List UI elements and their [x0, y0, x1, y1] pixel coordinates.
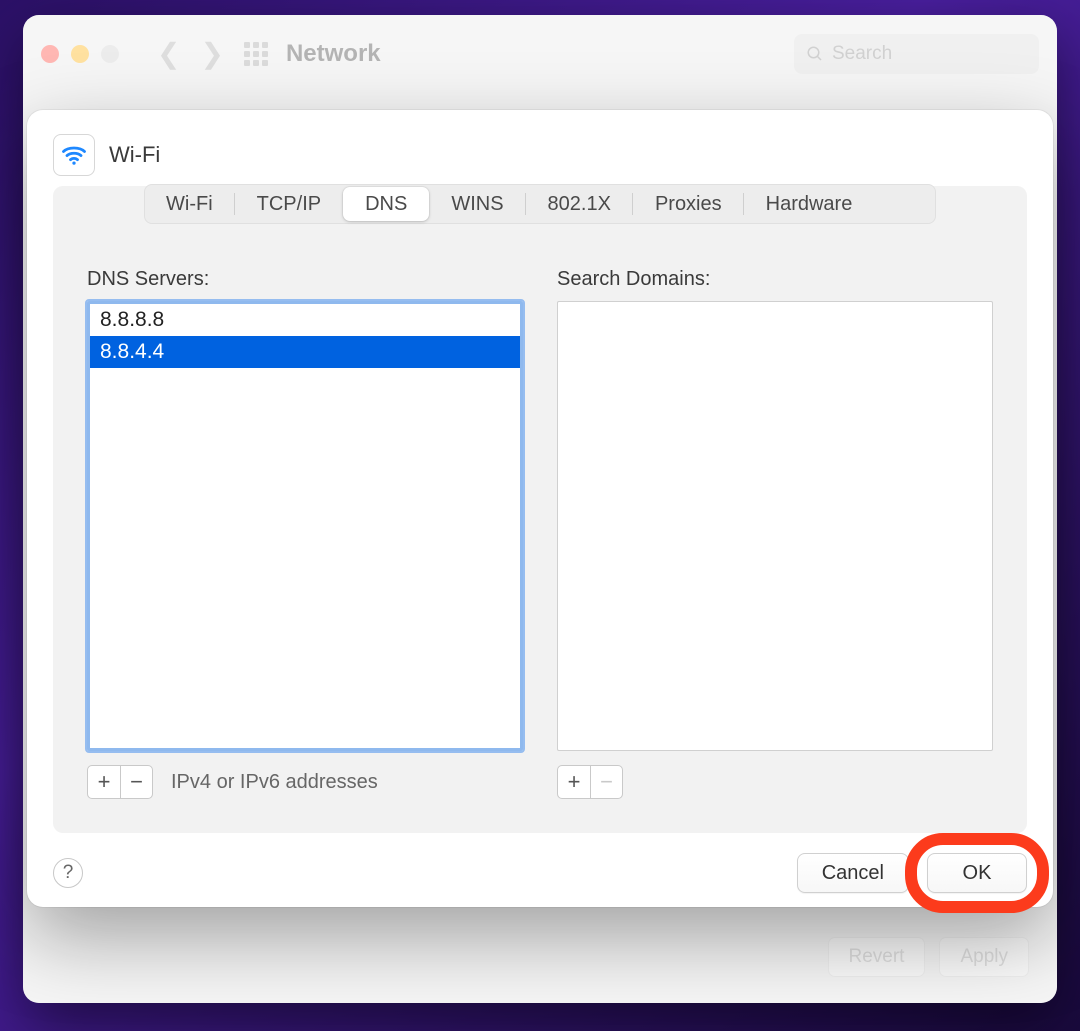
- cancel-button[interactable]: Cancel: [797, 853, 909, 893]
- search-field[interactable]: Search: [794, 34, 1039, 74]
- apply-button[interactable]: Apply: [939, 937, 1029, 977]
- tab-hardware[interactable]: Hardware: [744, 184, 875, 224]
- window-title: Network: [286, 40, 381, 68]
- search-domains-add-remove: + −: [557, 765, 623, 799]
- window-controls: [41, 45, 119, 63]
- remove-search-domain-button[interactable]: −: [590, 766, 622, 798]
- sheet-header: Wi-Fi: [53, 134, 1027, 176]
- sheet-panel: Wi-FiTCP/IPDNSWINS802.1XProxiesHardware …: [53, 186, 1027, 833]
- search-domains-label: Search Domains:: [557, 268, 993, 291]
- dns-panel: DNS Servers: 8.8.8.88.8.4.4 + − IPv4 or …: [53, 226, 1027, 799]
- tab-proxies[interactable]: Proxies: [633, 184, 744, 224]
- dns-server-row[interactable]: 8.8.8.8: [90, 304, 520, 336]
- add-dns-server-button[interactable]: +: [88, 766, 120, 798]
- dns-servers-list[interactable]: 8.8.8.88.8.4.4: [87, 301, 523, 751]
- revert-button[interactable]: Revert: [828, 937, 926, 977]
- close-window-button[interactable]: [41, 45, 59, 63]
- add-search-domain-button[interactable]: +: [558, 766, 590, 798]
- search-placeholder: Search: [832, 43, 892, 65]
- dns-servers-add-remove: + −: [87, 765, 153, 799]
- nav-back-button[interactable]: ❮: [147, 40, 190, 68]
- tab-wi-fi[interactable]: Wi-Fi: [144, 184, 235, 224]
- sheet-title: Wi-Fi: [109, 142, 160, 168]
- tab-dns[interactable]: DNS: [343, 187, 429, 221]
- zoom-window-button[interactable]: [101, 45, 119, 63]
- sheet-footer: ? Cancel OK: [53, 833, 1027, 893]
- dns-servers-column: DNS Servers: 8.8.8.88.8.4.4 + − IPv4 or …: [87, 268, 523, 799]
- titlebar: ❮ ❯ Network Search: [23, 15, 1057, 93]
- tab-802-1x[interactable]: 802.1X: [526, 184, 633, 224]
- help-button[interactable]: ?: [53, 858, 83, 888]
- wifi-icon: [53, 134, 95, 176]
- minimize-window-button[interactable]: [71, 45, 89, 63]
- nav-forward-button[interactable]: ❯: [190, 40, 233, 68]
- show-all-icon[interactable]: [244, 42, 268, 66]
- window-bottom-bar: Revert Apply: [828, 937, 1030, 977]
- tab-tcp-ip[interactable]: TCP/IP: [235, 184, 343, 224]
- tab-wins[interactable]: WINS: [429, 184, 525, 224]
- search-icon: [806, 45, 824, 63]
- search-domains-column: Search Domains: + −: [557, 268, 993, 799]
- dns-servers-label: DNS Servers:: [87, 268, 523, 291]
- ok-button[interactable]: OK: [927, 853, 1027, 893]
- network-advanced-sheet: Wi-Fi Wi-FiTCP/IPDNSWINS802.1XProxiesHar…: [27, 110, 1053, 907]
- tab-bar: Wi-FiTCP/IPDNSWINS802.1XProxiesHardware: [144, 184, 936, 224]
- dns-server-row[interactable]: 8.8.4.4: [90, 336, 520, 368]
- dns-servers-hint: IPv4 or IPv6 addresses: [171, 771, 378, 794]
- search-domains-list[interactable]: [557, 301, 993, 751]
- remove-dns-server-button[interactable]: −: [120, 766, 152, 798]
